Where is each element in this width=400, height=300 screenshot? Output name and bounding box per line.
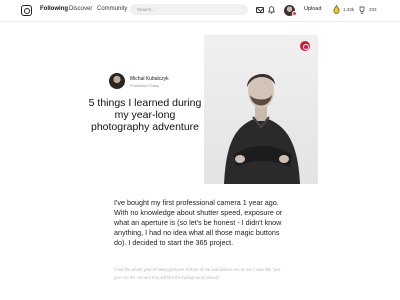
affection-count: 1.33k: [343, 7, 355, 12]
header-divider: [0, 21, 400, 22]
nav-discover[interactable]: Discover: [69, 6, 92, 12]
nav-following[interactable]: Following: [40, 6, 68, 12]
portrait-illustration: [224, 73, 300, 184]
views-count: 333: [369, 7, 377, 12]
notification-badge: [292, 11, 297, 16]
mail-icon[interactable]: [256, 7, 264, 13]
bell-icon[interactable]: [268, 6, 275, 14]
trophy-icon: [359, 6, 365, 14]
instagram-icon[interactable]: [300, 41, 310, 51]
author-avatar[interactable]: [109, 73, 125, 89]
upload-button[interactable]: Upload: [304, 6, 321, 12]
top-navigation: Following Discover Community Search... U…: [0, 0, 400, 21]
search-input[interactable]: Search...: [130, 4, 248, 15]
drop-icon: [333, 5, 340, 14]
text-fade-overlay: [100, 276, 300, 300]
search-placeholder: Search...: [137, 6, 156, 12]
article-photo: [204, 35, 318, 184]
nav-community[interactable]: Community: [97, 6, 127, 12]
author-name[interactable]: Michał Kubalczyk: [130, 76, 169, 82]
camera-logo-icon[interactable]: [21, 5, 32, 16]
article-title: 5 things I learned during my year-long p…: [88, 97, 202, 133]
published-date: Published Today: [130, 83, 160, 88]
article-body: I've bought my first professional camera…: [114, 198, 283, 247]
